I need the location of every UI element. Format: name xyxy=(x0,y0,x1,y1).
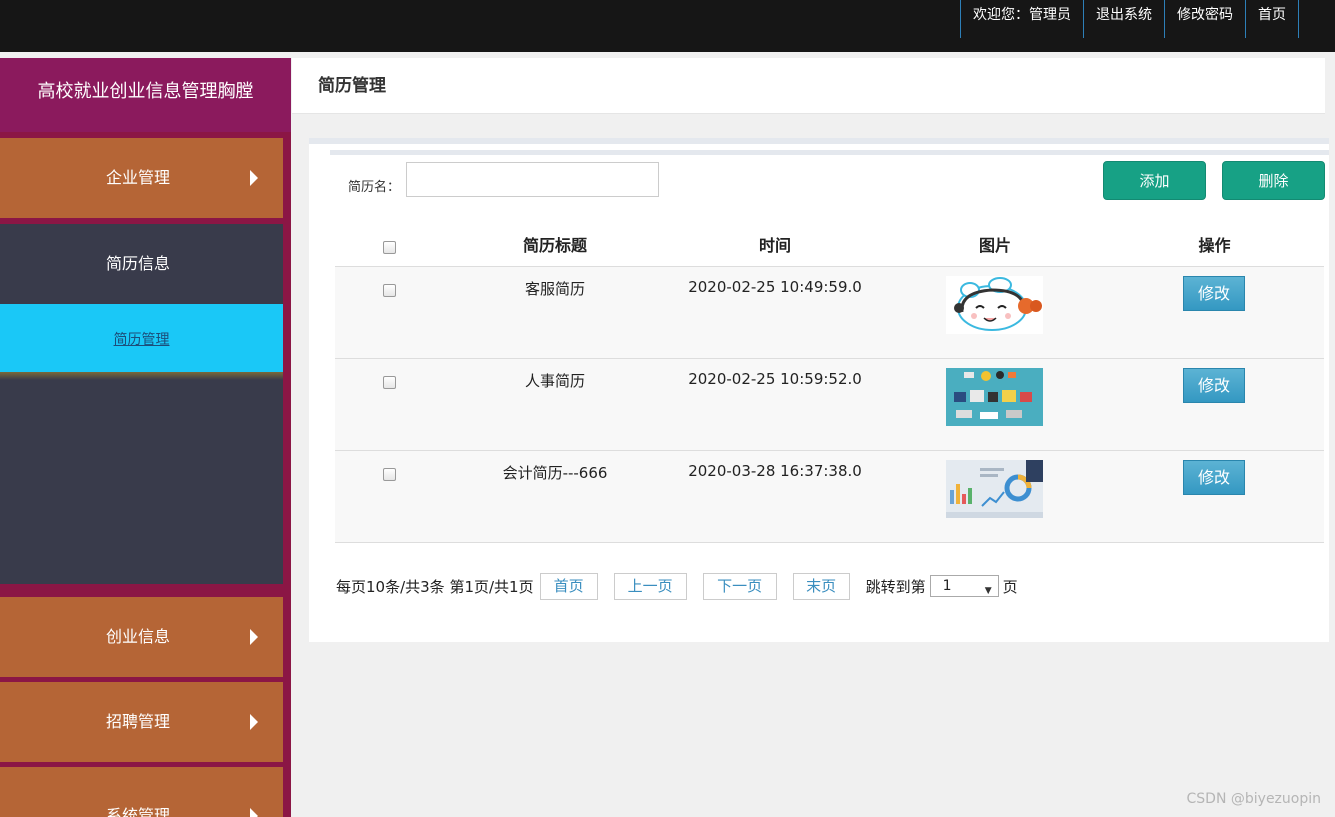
jump-label: 跳转到第 xyxy=(865,577,926,596)
top-bar: 欢迎您：管理员 退出系统 修改密码 首页 xyxy=(0,0,1335,52)
page-jump-value: 1 xyxy=(942,578,952,594)
chevron-right-icon xyxy=(250,714,258,730)
sidebar-item-label: 创业信息 xyxy=(106,627,171,646)
jump-suffix: 页 xyxy=(1002,577,1018,596)
resume-title: 人事简历 xyxy=(524,372,585,390)
next-page-button[interactable]: 下一页 xyxy=(702,572,777,600)
home-link[interactable]: 首页 xyxy=(1245,0,1299,38)
last-page-button[interactable]: 末页 xyxy=(792,572,850,600)
chevron-right-icon xyxy=(250,808,258,817)
resume-name-input[interactable] xyxy=(406,162,659,197)
resume-time: 2020-02-25 10:49:59.0 xyxy=(688,278,862,296)
edit-button[interactable]: 修改 xyxy=(1183,368,1245,403)
panel-divider xyxy=(330,150,1329,155)
row-checkbox[interactable] xyxy=(383,468,396,481)
page-jump-select[interactable]: 1 ▼ xyxy=(929,575,999,597)
sidebar-group-resume: 简历信息 简历管理 xyxy=(0,224,283,758)
row-checkbox[interactable] xyxy=(383,284,396,297)
search-label: 简历名： xyxy=(348,180,401,195)
submenu-shadow xyxy=(0,372,283,380)
sidebar-item-system[interactable]: 系统管理 xyxy=(0,767,283,817)
table-row: 人事简历 2020-02-25 10:59:52.0 修改 xyxy=(335,359,1324,451)
panel-divider xyxy=(309,138,1329,144)
delete-button[interactable]: 删除 xyxy=(1222,161,1325,200)
prev-page-button[interactable]: 上一页 xyxy=(613,572,687,600)
change-password-link[interactable]: 修改密码 xyxy=(1164,0,1245,38)
column-header-time: 时间 xyxy=(758,236,791,255)
column-header-action: 操作 xyxy=(1198,236,1231,255)
logout-link[interactable]: 退出系统 xyxy=(1083,0,1164,38)
table-row: 客服简历 2020-02-25 10:49:59.0 修改 xyxy=(335,267,1324,359)
first-page-button[interactable]: 首页 xyxy=(539,572,598,600)
office-supplies-photo-image xyxy=(946,368,1043,426)
customer-service-cartoon-image xyxy=(946,276,1043,334)
pagination: 每页10条/共3条 第1页/共1页 首页 上一页 下一页 末页 跳转到第 1 ▼… xyxy=(336,572,1018,600)
sidebar: 高校就业创业信息管理胸膛 企业管理 简历信息 简历管理 创业信息 招聘管理 系统… xyxy=(0,58,291,817)
financial-charts-photo-image xyxy=(946,460,1043,518)
sidebar-item-enterprise[interactable]: 企业管理 xyxy=(0,138,283,218)
sidebar-item-label: 招聘管理 xyxy=(106,712,171,731)
chevron-right-icon xyxy=(250,629,258,645)
page-header: 简历管理 xyxy=(292,58,1325,114)
chevron-right-icon xyxy=(250,170,258,186)
sidebar-item-label: 简历信息 xyxy=(106,254,171,273)
welcome-user: 欢迎您：管理员 xyxy=(960,0,1083,38)
watermark: CSDN @biyezuopin xyxy=(1186,791,1321,807)
sidebar-item-label: 企业管理 xyxy=(106,168,171,187)
column-header-image: 图片 xyxy=(978,236,1011,255)
sidebar-item-recruit[interactable]: 招聘管理 xyxy=(0,682,283,762)
select-all-checkbox[interactable] xyxy=(383,241,396,254)
resume-title: 会计简历---666 xyxy=(502,464,608,482)
sidebar-item-startup[interactable]: 创业信息 xyxy=(0,597,283,677)
resume-title: 客服简历 xyxy=(524,280,585,298)
edit-button[interactable]: 修改 xyxy=(1183,460,1245,495)
sidebar-subitem-label[interactable]: 简历管理 xyxy=(114,332,170,348)
edit-button[interactable]: 修改 xyxy=(1183,276,1245,311)
caret-down-icon: ▼ xyxy=(984,586,992,596)
page-title: 简历管理 xyxy=(318,76,386,96)
sidebar-item-label: 系统管理 xyxy=(106,806,171,817)
row-checkbox[interactable] xyxy=(383,376,396,389)
top-nav: 欢迎您：管理员 退出系统 修改密码 首页 xyxy=(960,0,1299,38)
add-button[interactable]: 添加 xyxy=(1103,161,1206,200)
table-row: 会计简历---666 2020-03-28 16:37:38.0 修改 xyxy=(335,451,1324,543)
resume-time: 2020-03-28 16:37:38.0 xyxy=(688,462,862,480)
column-header-title: 简历标题 xyxy=(522,236,587,255)
sidebar-item-resume[interactable]: 简历信息 xyxy=(0,224,283,304)
table-header: 简历标题 时间 图片 操作 xyxy=(335,224,1324,267)
resume-time: 2020-02-25 10:59:52.0 xyxy=(688,370,862,388)
app-title: 高校就业创业信息管理胸膛 xyxy=(0,58,291,132)
sidebar-subitem-resume-manage[interactable]: 简历管理 xyxy=(0,304,283,372)
pagination-summary: 每页10条/共3条 第1页/共1页 xyxy=(336,577,534,596)
